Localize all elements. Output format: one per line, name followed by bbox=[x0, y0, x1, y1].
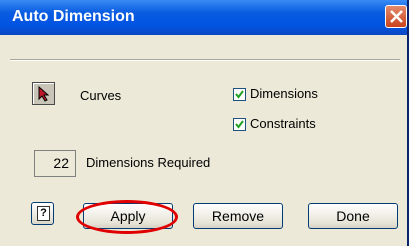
apply-button[interactable]: Apply bbox=[83, 203, 173, 229]
close-button[interactable] bbox=[385, 5, 407, 28]
dimensions-checkbox[interactable] bbox=[233, 88, 246, 101]
close-icon bbox=[390, 10, 403, 23]
divider bbox=[10, 59, 400, 61]
checkmark-icon bbox=[235, 120, 244, 129]
curves-select-button[interactable] bbox=[32, 82, 55, 105]
help-button[interactable]: ? bbox=[31, 202, 54, 225]
dimensions-label: Dimensions bbox=[250, 86, 318, 101]
dimensions-required-count: 22 bbox=[34, 150, 76, 177]
curves-label: Curves bbox=[80, 88, 122, 103]
title-bar[interactable]: Auto Dimension bbox=[0, 0, 407, 35]
window-title: Auto Dimension bbox=[12, 8, 135, 25]
constraints-checkbox[interactable] bbox=[233, 118, 246, 131]
dimensions-required-label: Dimensions Required bbox=[86, 155, 211, 170]
cursor-arrow-icon bbox=[38, 86, 50, 102]
checkmark-icon bbox=[235, 90, 244, 99]
remove-button[interactable]: Remove bbox=[193, 203, 283, 229]
done-button[interactable]: Done bbox=[308, 203, 398, 229]
auto-dimension-dialog: Auto Dimension Curves Dimensions Constra… bbox=[0, 0, 409, 246]
constraints-label: Constraints bbox=[250, 116, 316, 131]
help-icon: ? bbox=[37, 206, 50, 221]
